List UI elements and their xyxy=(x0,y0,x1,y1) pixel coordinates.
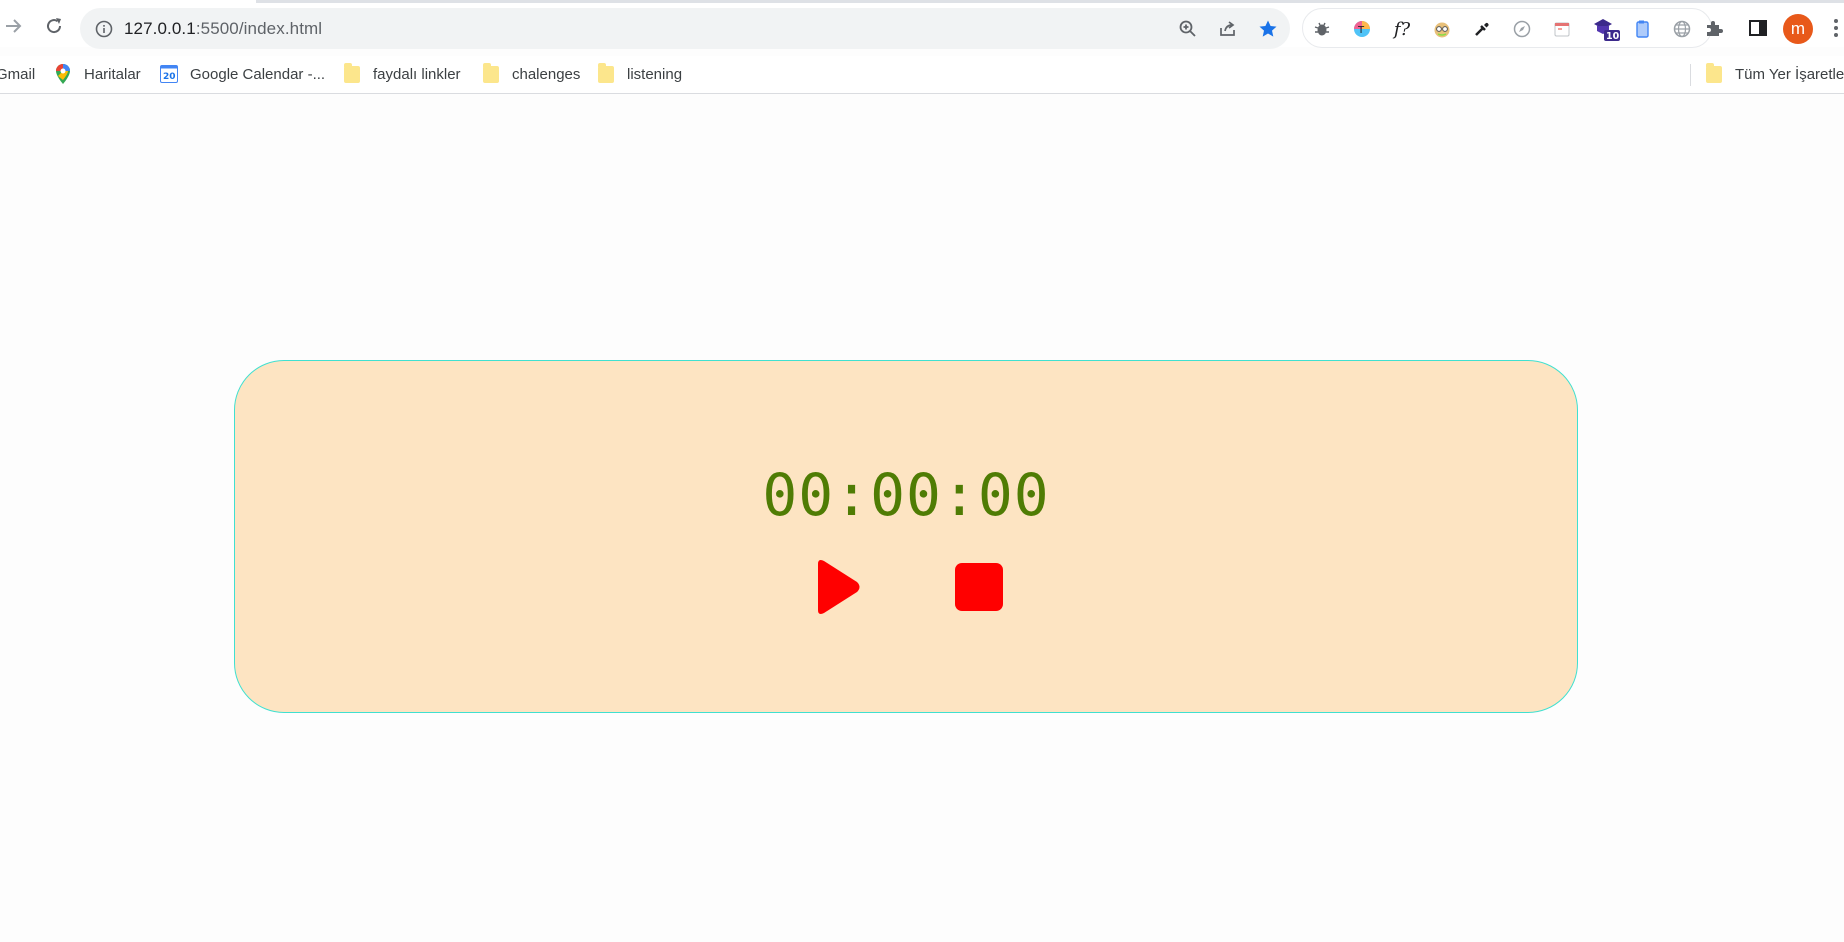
clipboard-extension-icon[interactable] xyxy=(1631,18,1653,40)
eyedropper-extension-icon[interactable] xyxy=(1471,18,1493,40)
bookmark-gmail[interactable]: Gmail xyxy=(0,62,35,86)
calendar-20-icon: 20 xyxy=(160,65,178,83)
address-bar[interactable]: 127.0.0.1:5500/index.html xyxy=(80,8,1290,49)
stopwatch-panel: 00:00:00 xyxy=(234,360,1578,713)
stopwatch-time: 00:00:00 xyxy=(762,461,1050,529)
info-icon[interactable] xyxy=(95,20,113,38)
translate-extension-icon[interactable]: T xyxy=(1351,18,1373,40)
extension-badge: 10 xyxy=(1606,31,1620,41)
bookmark-google-calendar[interactable]: 20 Google Calendar -... xyxy=(160,62,325,86)
url-path: :5500/index.html xyxy=(195,19,323,38)
puzzle-icon[interactable] xyxy=(1702,16,1726,40)
maps-pin-icon xyxy=(54,64,72,84)
bug-extension-icon[interactable] xyxy=(1311,18,1333,40)
bookmark-label: Haritalar xyxy=(84,65,141,83)
bookmark-folder-chalenges[interactable]: chalenges xyxy=(482,62,580,86)
side-panel-icon[interactable] xyxy=(1746,16,1770,40)
extensions-area: T f? 10 xyxy=(1302,8,1712,48)
play-icon xyxy=(818,560,860,614)
bookmark-label: faydalı linkler xyxy=(373,65,461,83)
folder-icon xyxy=(482,62,500,83)
bookmark-label: chalenges xyxy=(512,65,581,83)
stop-button[interactable] xyxy=(953,559,1005,615)
graduation-cap-extension-icon[interactable]: 10 xyxy=(1591,18,1621,41)
bookmark-folder-listening[interactable]: listening xyxy=(597,62,682,86)
page-viewport: 00:00:00 xyxy=(0,95,1844,942)
zoom-icon[interactable] xyxy=(1177,18,1199,40)
profile-avatar[interactable]: m xyxy=(1783,14,1813,44)
bookmark-folder-faydali-linkler[interactable]: faydalı linkler xyxy=(343,62,461,86)
svg-text:T: T xyxy=(1357,25,1365,36)
tab-strip-edge xyxy=(256,0,1844,3)
folder-icon xyxy=(597,62,615,83)
reload-icon[interactable] xyxy=(40,12,68,40)
folder-icon xyxy=(1705,62,1723,83)
bookmark-star-icon[interactable] xyxy=(1257,18,1279,40)
compass-extension-icon[interactable] xyxy=(1511,18,1533,40)
bookmark-haritalar[interactable]: Haritalar xyxy=(54,62,141,86)
face-extension-icon[interactable] xyxy=(1431,18,1453,40)
stop-icon xyxy=(955,563,1003,611)
url-text[interactable]: 127.0.0.1:5500/index.html xyxy=(124,19,322,39)
bookmarks-bar: Gmail Haritalar 20 Google Calendar -... … xyxy=(0,56,1844,94)
bookmarks-separator xyxy=(1690,64,1691,86)
share-icon[interactable] xyxy=(1217,18,1239,40)
globe-extension-icon[interactable] xyxy=(1671,18,1693,40)
calendar-extension-icon[interactable] xyxy=(1551,18,1573,40)
font-identify-extension-icon[interactable]: f? xyxy=(1391,18,1413,40)
bookmark-label: listening xyxy=(627,65,683,83)
url-host: 127.0.0.1 xyxy=(124,19,196,38)
forward-icon[interactable] xyxy=(0,12,28,40)
browser-toolbar: 127.0.0.1:5500/index.html T f? 10 m xyxy=(0,0,1844,49)
svg-text:20: 20 xyxy=(163,72,176,82)
play-button[interactable] xyxy=(811,559,863,615)
bookmark-label: Google Calendar -... xyxy=(190,65,326,83)
bookmark-folder-all-bookmarks[interactable]: Tüm Yer İşaretleri xyxy=(1705,62,1844,86)
menu-icon[interactable] xyxy=(1828,16,1844,40)
folder-icon xyxy=(343,62,361,83)
bookmark-label: Gmail xyxy=(0,65,36,83)
bookmark-label: Tüm Yer İşaretleri xyxy=(1735,65,1844,83)
